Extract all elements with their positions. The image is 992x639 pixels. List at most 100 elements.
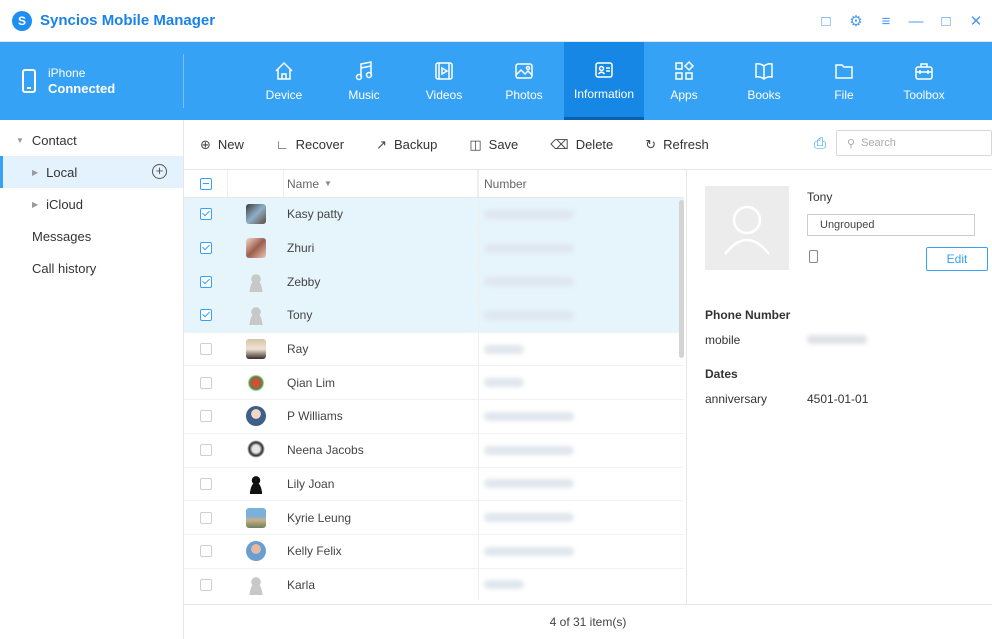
book-icon [753, 60, 775, 82]
table-row[interactable]: Neena Jacobs [184, 433, 684, 468]
minimize-icon[interactable]: — [908, 13, 924, 30]
row-checkbox[interactable] [200, 477, 212, 490]
nav-device[interactable]: Device [244, 42, 324, 120]
table-row[interactable]: Kelly Felix [184, 534, 684, 569]
expand-caret-icon: ▶ [32, 199, 39, 209]
device-status: iPhone Connected [0, 54, 184, 108]
refresh-icon: ↻ [645, 136, 657, 152]
contact-name: Kasy patty [287, 207, 344, 222]
row-checkbox[interactable] [200, 275, 212, 288]
sidebar-item-label: Local [46, 164, 78, 180]
sidebar: ▼ Contact ▶ Local + ▶ iCloud Messages Ca… [0, 120, 184, 639]
sidebar-item-icloud[interactable]: ▶ iCloud [0, 188, 183, 220]
select-all-checkbox[interactable] [199, 177, 212, 190]
sidebar-item-local[interactable]: ▶ Local + [0, 156, 183, 188]
table-row[interactable]: Kasy patty [184, 198, 684, 232]
new-button[interactable]: ⊕ New [200, 137, 244, 153]
group-select[interactable]: Ungrouped [807, 214, 975, 236]
phone-number-blurred [484, 277, 574, 287]
video-icon [433, 60, 455, 82]
nav-toolbox[interactable]: Toolbox [884, 42, 964, 120]
default-avatar-icon [246, 305, 266, 326]
refresh-button-label: Refresh [663, 137, 709, 152]
nav-photos[interactable]: Photos [484, 42, 564, 120]
phone-number-blurred [484, 378, 524, 388]
new-button-label: New [217, 137, 244, 152]
maximize-icon[interactable]: □ [938, 13, 954, 30]
window-controls: □ ⚙ ≡ — □ ✕ [818, 0, 984, 42]
table-row[interactable]: Tony [184, 299, 684, 333]
refresh-button[interactable]: ↻ Refresh [645, 137, 708, 153]
contact-name: Qian Lim [287, 375, 336, 390]
status-footer: 4 of 31 item(s) [184, 604, 992, 639]
avatar [246, 473, 266, 494]
row-checkbox[interactable] [200, 578, 212, 591]
avatar [246, 339, 266, 360]
sidebar-item-messages[interactable]: Messages [0, 220, 183, 252]
default-avatar-icon [246, 574, 266, 595]
row-checkbox[interactable] [200, 444, 212, 457]
row-checkbox[interactable] [200, 242, 212, 255]
close-icon[interactable]: ✕ [968, 12, 984, 30]
number-column-header[interactable]: Number [478, 170, 684, 197]
nav-apps[interactable]: Apps [644, 42, 724, 120]
phone-number-blurred [484, 209, 574, 219]
add-contact-icon[interactable]: + [152, 164, 167, 179]
row-checkbox[interactable] [200, 545, 212, 558]
collapse-caret-icon: ▼ [16, 135, 24, 145]
sidebar-item-label: Contact [31, 132, 77, 148]
nav-file[interactable]: File [804, 42, 884, 120]
feedback-icon[interactable]: □ [818, 13, 834, 30]
nav-videos[interactable]: Videos [404, 42, 484, 120]
contact-name: Zhuri [287, 241, 315, 256]
device-storage-icon [809, 250, 818, 263]
photo-icon [513, 60, 535, 82]
menu-icon[interactable]: ≡ [878, 13, 894, 30]
nav-books[interactable]: Books [724, 42, 804, 120]
table-row[interactable]: Ray [184, 332, 684, 367]
sidebar-item-call-history[interactable]: Call history [0, 252, 183, 284]
contact-name: Lily Joan [287, 476, 335, 491]
music-icon [353, 60, 375, 82]
recover-button[interactable]: ∟ Recover [276, 137, 344, 152]
device-name: iPhone [48, 66, 86, 80]
trash-icon: ⌫ [550, 136, 569, 152]
settings-gear-icon[interactable]: ⚙ [848, 12, 864, 30]
avatar [246, 507, 266, 528]
row-checkbox[interactable] [200, 376, 212, 389]
backup-button[interactable]: ↗ Backup [376, 137, 437, 153]
contact-card-icon [593, 59, 615, 81]
table-row[interactable]: Karla [184, 568, 684, 600]
row-checkbox[interactable] [200, 511, 212, 524]
print-icon[interactable]: ⎙ [814, 135, 826, 152]
name-column-header[interactable]: Name ▼ [284, 170, 478, 197]
table-row[interactable]: P Williams [184, 400, 684, 434]
sidebar-item-contact[interactable]: ▼ Contact [0, 124, 183, 156]
table-row[interactable]: Qian Lim [184, 366, 684, 401]
table-header: Name ▼ Number [184, 170, 684, 198]
syncios-logo-icon: S [12, 10, 32, 31]
table-row[interactable]: Kyrie Leung [184, 501, 684, 535]
table-row[interactable]: Zebby [184, 265, 684, 300]
table-row[interactable]: Zhuri [184, 231, 684, 266]
row-checkbox[interactable] [200, 343, 212, 356]
sidebar-item-label: iCloud [46, 196, 84, 212]
row-checkbox[interactable] [200, 309, 212, 322]
save-button[interactable]: ◫ Save [469, 137, 518, 153]
sort-caret-icon: ▼ [324, 179, 332, 188]
avatar [246, 541, 266, 562]
delete-button[interactable]: ⌫ Delete [550, 137, 613, 153]
dates-heading: Dates [705, 367, 738, 381]
nav-music[interactable]: Music [324, 42, 404, 120]
row-checkbox[interactable] [200, 208, 212, 221]
edit-button[interactable]: Edit [926, 247, 988, 271]
table-row[interactable]: Lily Joan [184, 467, 684, 502]
avatar [246, 440, 266, 461]
search-input[interactable]: ⚲ Search [836, 130, 992, 156]
table-scrollbar[interactable] [679, 200, 684, 358]
selection-count: 4 of 31 item(s) [549, 615, 627, 629]
row-checkbox[interactable] [200, 410, 212, 423]
toolbox-icon [913, 60, 935, 82]
nav-information[interactable]: Information [564, 42, 644, 120]
toolbar: ⊕ New ∟ Recover ↗ Backup ◫ Save ⌫ Delete… [184, 120, 992, 170]
